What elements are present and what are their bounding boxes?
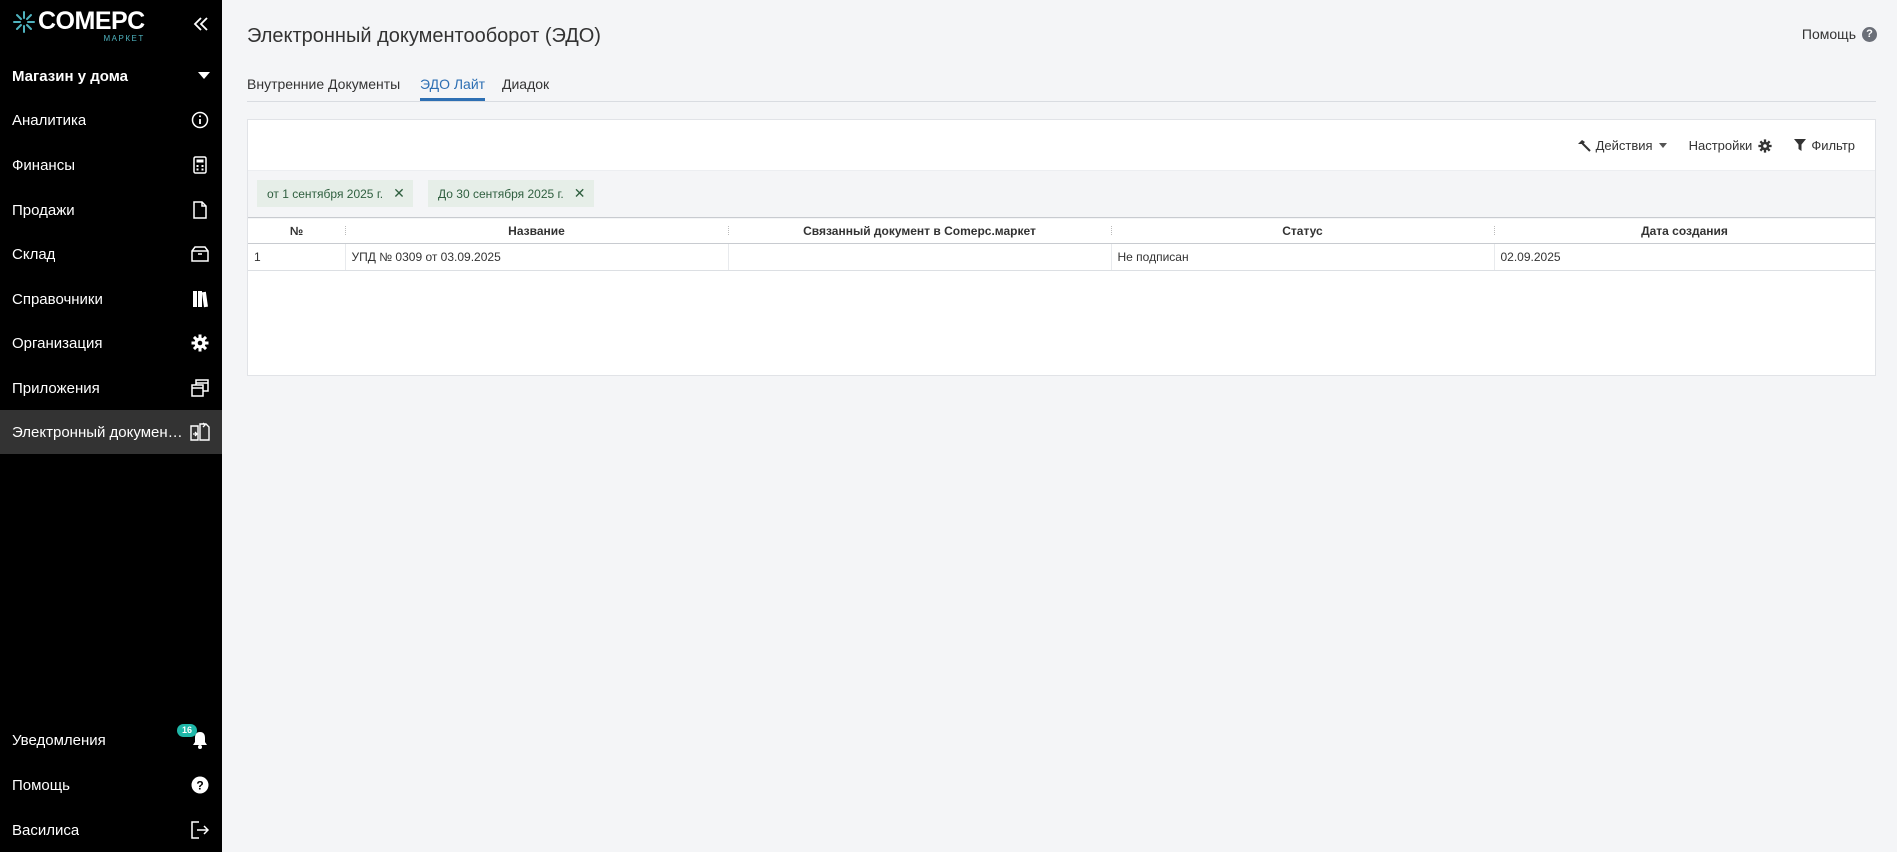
documents-panel: Действия Настройки Фильтр от 1 сентября … bbox=[247, 119, 1876, 376]
logo-subtext: МАРКЕТ bbox=[103, 34, 145, 43]
sidebar-item-label: Справочники bbox=[12, 290, 103, 308]
sidebar-item-label: Продажи bbox=[12, 201, 75, 219]
document-icon bbox=[190, 200, 210, 220]
sidebar-item-analytics[interactable]: Аналитика bbox=[0, 98, 222, 142]
help-link[interactable]: Помощь ? bbox=[1802, 26, 1877, 42]
box-icon bbox=[190, 244, 210, 264]
logo-star-icon bbox=[13, 11, 35, 33]
store-name: Магазин у дома bbox=[12, 67, 128, 85]
table-header-row: № Название Связанный документ в Comepc.м… bbox=[248, 217, 1875, 244]
funnel-icon bbox=[1794, 139, 1807, 151]
close-icon[interactable]: ✕ bbox=[393, 185, 405, 202]
store-selector[interactable]: Магазин у дома bbox=[0, 62, 222, 90]
sidebar-item-label: Уведомления bbox=[12, 731, 106, 749]
filter-chip-date-to: До 30 сентября 2025 г. ✕ bbox=[428, 180, 594, 207]
sidebar-item-finance[interactable]: Финансы bbox=[0, 143, 222, 187]
sidebar: COMEPC МАРКЕТ Магазин у дома Аналитика Ф… bbox=[0, 0, 222, 852]
logo-text: COMEPC bbox=[38, 7, 145, 35]
column-header-status[interactable]: Статус bbox=[1111, 217, 1494, 244]
tab-diadoc[interactable]: Диадок bbox=[502, 76, 549, 98]
caret-down-icon bbox=[1658, 143, 1667, 148]
toolbar: Действия Настройки Фильтр bbox=[1555, 138, 1855, 153]
info-icon bbox=[190, 110, 210, 130]
question-icon: ? bbox=[1862, 26, 1877, 42]
actions-label: Действия bbox=[1595, 138, 1653, 153]
sidebar-item-apps[interactable]: Приложения bbox=[0, 366, 222, 410]
sidebar-item-label: Аналитика bbox=[12, 111, 87, 129]
books-icon bbox=[190, 289, 210, 309]
filter-chip-label: До 30 сентября 2025 г. bbox=[438, 186, 564, 201]
tab-edo-lite[interactable]: ЭДО Лайт bbox=[420, 76, 486, 101]
user-name: Василиса bbox=[12, 821, 80, 839]
active-filters-bar: от 1 сентября 2025 г. ✕ До 30 сентября 2… bbox=[248, 170, 1875, 219]
sidebar-item-user[interactable]: Василиса bbox=[0, 808, 222, 852]
column-header-name[interactable]: Название bbox=[345, 217, 728, 244]
logout-icon[interactable] bbox=[190, 820, 210, 840]
filter-chip-date-from: от 1 сентября 2025 г. ✕ bbox=[257, 180, 413, 207]
hammer-icon bbox=[1577, 139, 1591, 152]
svg-text:?: ? bbox=[196, 779, 203, 793]
settings-button[interactable]: Настройки bbox=[1689, 138, 1773, 153]
docs-exchange-icon bbox=[190, 422, 210, 442]
page-title: Электронный документооборот (ЭДО) bbox=[247, 25, 601, 47]
help-icon: ? bbox=[190, 775, 210, 795]
gear-icon bbox=[190, 333, 210, 353]
calculator-icon bbox=[190, 155, 210, 175]
caret-down-icon bbox=[198, 72, 210, 79]
windows-icon bbox=[190, 378, 210, 398]
cell-name: УПД № 0309 от 03.09.2025 bbox=[344, 243, 728, 271]
collapse-sidebar-icon[interactable] bbox=[191, 14, 211, 34]
cell-number: 1 bbox=[248, 243, 345, 271]
close-icon[interactable]: ✕ bbox=[574, 185, 586, 202]
sidebar-item-edo[interactable]: Электронный документооборот bbox=[0, 410, 222, 454]
cell-status: Не подписан bbox=[1110, 243, 1494, 271]
actions-button[interactable]: Действия bbox=[1577, 138, 1667, 153]
notification-badge: 16 bbox=[177, 724, 198, 737]
sidebar-item-help[interactable]: Помощь ? bbox=[0, 763, 222, 807]
gear-icon bbox=[1758, 138, 1772, 153]
sidebar-item-references[interactable]: Справочники bbox=[0, 277, 222, 321]
sidebar-item-label: Помощь bbox=[12, 776, 70, 794]
column-header-created-date[interactable]: Дата создания bbox=[1494, 217, 1875, 244]
sidebar-item-organization[interactable]: Организация bbox=[0, 321, 222, 365]
filter-chip-label: от 1 сентября 2025 г. bbox=[267, 186, 384, 201]
filter-label: Фильтр bbox=[1811, 138, 1855, 153]
sidebar-item-sales[interactable]: Продажи bbox=[0, 188, 222, 232]
cell-created-date: 02.09.2025 bbox=[1493, 243, 1875, 271]
documents-table: № Название Связанный документ в Comepc.м… bbox=[248, 217, 1875, 271]
sidebar-item-label: Электронный документооборот bbox=[12, 423, 187, 441]
sidebar-item-label: Финансы bbox=[12, 156, 75, 174]
sidebar-item-label: Склад bbox=[12, 245, 56, 263]
tab-bar: Внутренние Документы ЭДО Лайт Диадок bbox=[247, 74, 1876, 102]
sidebar-item-label: Приложения bbox=[12, 379, 100, 397]
settings-label: Настройки bbox=[1688, 138, 1753, 153]
table-row[interactable]: 1 УПД № 0309 от 03.09.2025 Не подписан 0… bbox=[248, 243, 1875, 271]
column-header-number[interactable]: № bbox=[248, 217, 345, 244]
sidebar-item-label: Организация bbox=[12, 334, 103, 352]
sidebar-item-warehouse[interactable]: Склад bbox=[0, 232, 222, 276]
help-label: Помощь bbox=[1801, 26, 1856, 42]
logo[interactable]: COMEPC МАРКЕТ bbox=[12, 8, 145, 44]
filter-button[interactable]: Фильтр bbox=[1794, 138, 1855, 153]
tab-internal-documents[interactable]: Внутренние Документы bbox=[247, 76, 400, 98]
column-header-linked-document[interactable]: Связанный документ в Comepc.маркет bbox=[728, 217, 1111, 244]
cell-linked-document bbox=[727, 243, 1111, 271]
